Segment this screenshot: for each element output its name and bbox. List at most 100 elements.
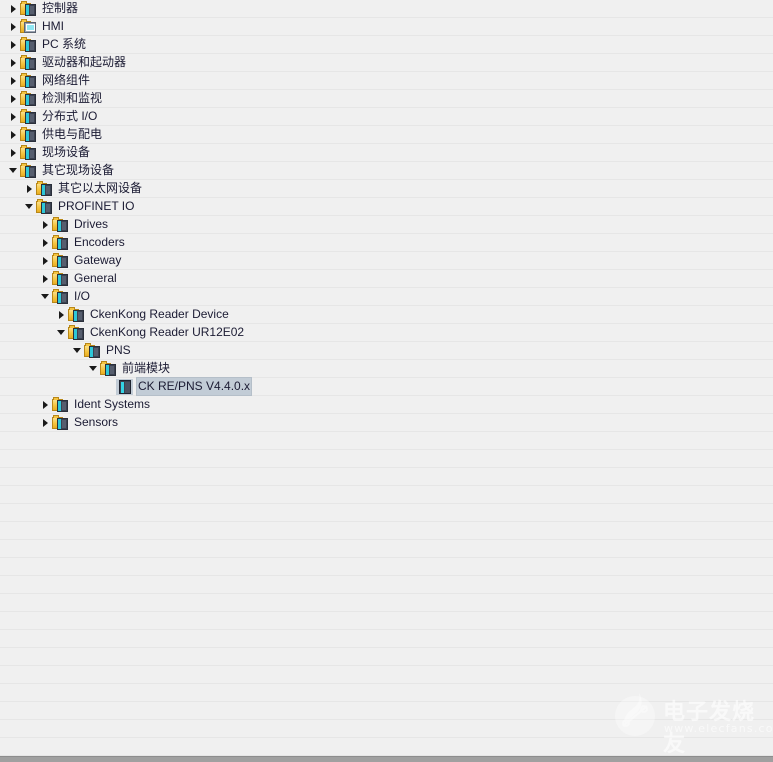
tree-row[interactable]: PROFINET IO (0, 198, 773, 216)
folder-device-icon (68, 324, 85, 341)
device-glyph (25, 165, 36, 178)
device-glyph (89, 345, 100, 358)
chevron-right-icon[interactable] (39, 396, 52, 414)
chevron-right-icon[interactable] (7, 72, 20, 90)
tree-row[interactable]: 控制器 (0, 0, 773, 18)
tree-empty-row (0, 648, 773, 666)
tree-empty-row (0, 504, 773, 522)
folder-device-icon (68, 306, 85, 323)
chevron-right-icon[interactable] (23, 180, 36, 198)
folder-device-icon (20, 0, 37, 17)
chevron-right-icon[interactable] (39, 252, 52, 270)
chevron-down-icon[interactable] (71, 342, 84, 360)
chevron-right-icon[interactable] (7, 108, 20, 126)
tree-item-label: Encoders (74, 235, 125, 249)
folder-device-icon (52, 396, 69, 413)
tree-empty-row (0, 522, 773, 540)
tree-row[interactable]: Sensors (0, 414, 773, 432)
bottom-bar (0, 756, 773, 762)
tree-item-label: PNS (106, 343, 131, 357)
tree-empty-row (0, 558, 773, 576)
tree-row[interactable]: 驱动器和起动器 (0, 54, 773, 72)
chevron-down-icon[interactable] (7, 162, 20, 180)
chevron-down-icon[interactable] (39, 288, 52, 306)
device-glyph (73, 309, 84, 322)
device-glyph (25, 39, 36, 52)
chevron-right-icon[interactable] (39, 270, 52, 288)
device-glyph (57, 273, 68, 286)
device-glyph (25, 3, 36, 16)
device-glyph (73, 327, 84, 340)
tree-row[interactable]: Drives (0, 216, 773, 234)
chevron-right-icon[interactable] (7, 144, 20, 162)
device-glyph (57, 255, 68, 268)
tree-item-label: Sensors (74, 415, 119, 429)
folder-device-icon (52, 252, 69, 269)
chevron-right-icon[interactable] (39, 216, 52, 234)
tree-item-label: 驱动器和起动器 (42, 55, 127, 69)
tree-row[interactable]: Encoders (0, 234, 773, 252)
tree-row[interactable]: 检测和监视 (0, 90, 773, 108)
folder-device-icon (84, 342, 101, 359)
tree-row[interactable]: 其它以太网设备 (0, 180, 773, 198)
folder-device-icon (20, 162, 37, 179)
tree-row[interactable]: HMI (0, 18, 773, 36)
chevron-right-icon[interactable] (39, 414, 52, 432)
tree-empty-row (0, 612, 773, 630)
tree-item-label: 检测和监视 (42, 91, 103, 105)
chevron-down-icon[interactable] (87, 360, 100, 378)
folder-device-icon (20, 72, 37, 89)
tree-row[interactable]: PNS (0, 342, 773, 360)
tree-item-label: PROFINET IO (58, 199, 135, 213)
hardware-catalog-tree[interactable]: 控制器 HMI PC 系统驱动器和起动器 网络组件检测和监视分布式 I/O 供电与配电现… (0, 0, 773, 757)
tree-row[interactable]: Ident Systems (0, 396, 773, 414)
tree-row[interactable]: 分布式 I/O (0, 108, 773, 126)
chevron-right-icon[interactable] (55, 306, 68, 324)
tree-row[interactable]: I/O (0, 288, 773, 306)
tree-item-label: CK RE/PNS V4.4.0.x (137, 378, 252, 395)
tree-empty-row (0, 486, 773, 504)
device-glyph (119, 379, 131, 394)
tree-row[interactable]: CkenKong Reader UR12E02 (0, 324, 773, 342)
folder-device-icon (52, 234, 69, 251)
tree-row[interactable]: 现场设备 (0, 144, 773, 162)
folder-device-icon (20, 90, 37, 107)
folder-device-icon (36, 198, 53, 215)
chevron-down-icon[interactable] (55, 324, 68, 342)
chevron-right-icon[interactable] (7, 90, 20, 108)
tree-row[interactable]: 其它现场设备 (0, 162, 773, 180)
tree-row[interactable]: 供电与配电 (0, 126, 773, 144)
device-glyph (57, 237, 68, 250)
tree-item-label: CkenKong Reader Device (90, 307, 229, 321)
tree-item-label: 网络组件 (42, 73, 91, 87)
tree-row[interactable]: PC 系统 (0, 36, 773, 54)
tree-empty-row (0, 594, 773, 612)
tree-row[interactable]: 前端模块 (0, 360, 773, 378)
device-glyph (57, 219, 68, 232)
tree-row[interactable]: CK RE/PNS V4.4.0.x (0, 378, 773, 396)
folder-device-icon (20, 126, 37, 143)
tree-row[interactable]: CkenKong Reader Device (0, 306, 773, 324)
folder-device-icon (52, 216, 69, 233)
tree-item-label: HMI (42, 19, 64, 33)
tree-item-label: PC 系统 (42, 37, 87, 51)
tree-empty-row (0, 630, 773, 648)
device-glyph (25, 93, 36, 106)
device-glyph (25, 75, 36, 88)
folder-device-icon (52, 288, 69, 305)
device-glyph (25, 111, 36, 124)
chevron-right-icon[interactable] (39, 234, 52, 252)
chevron-right-icon[interactable] (7, 0, 20, 18)
chevron-right-icon[interactable] (7, 18, 20, 36)
tree-item-label: CkenKong Reader UR12E02 (90, 325, 245, 339)
device-glyph (57, 417, 68, 430)
chevron-right-icon[interactable] (7, 54, 20, 72)
tree-row[interactable]: 网络组件 (0, 72, 773, 90)
tree-row[interactable]: Gateway (0, 252, 773, 270)
tree-empty-row (0, 450, 773, 468)
tree-empty-row (0, 720, 773, 738)
chevron-right-icon[interactable] (7, 36, 20, 54)
tree-row[interactable]: General (0, 270, 773, 288)
chevron-down-icon[interactable] (23, 198, 36, 216)
chevron-right-icon[interactable] (7, 126, 20, 144)
